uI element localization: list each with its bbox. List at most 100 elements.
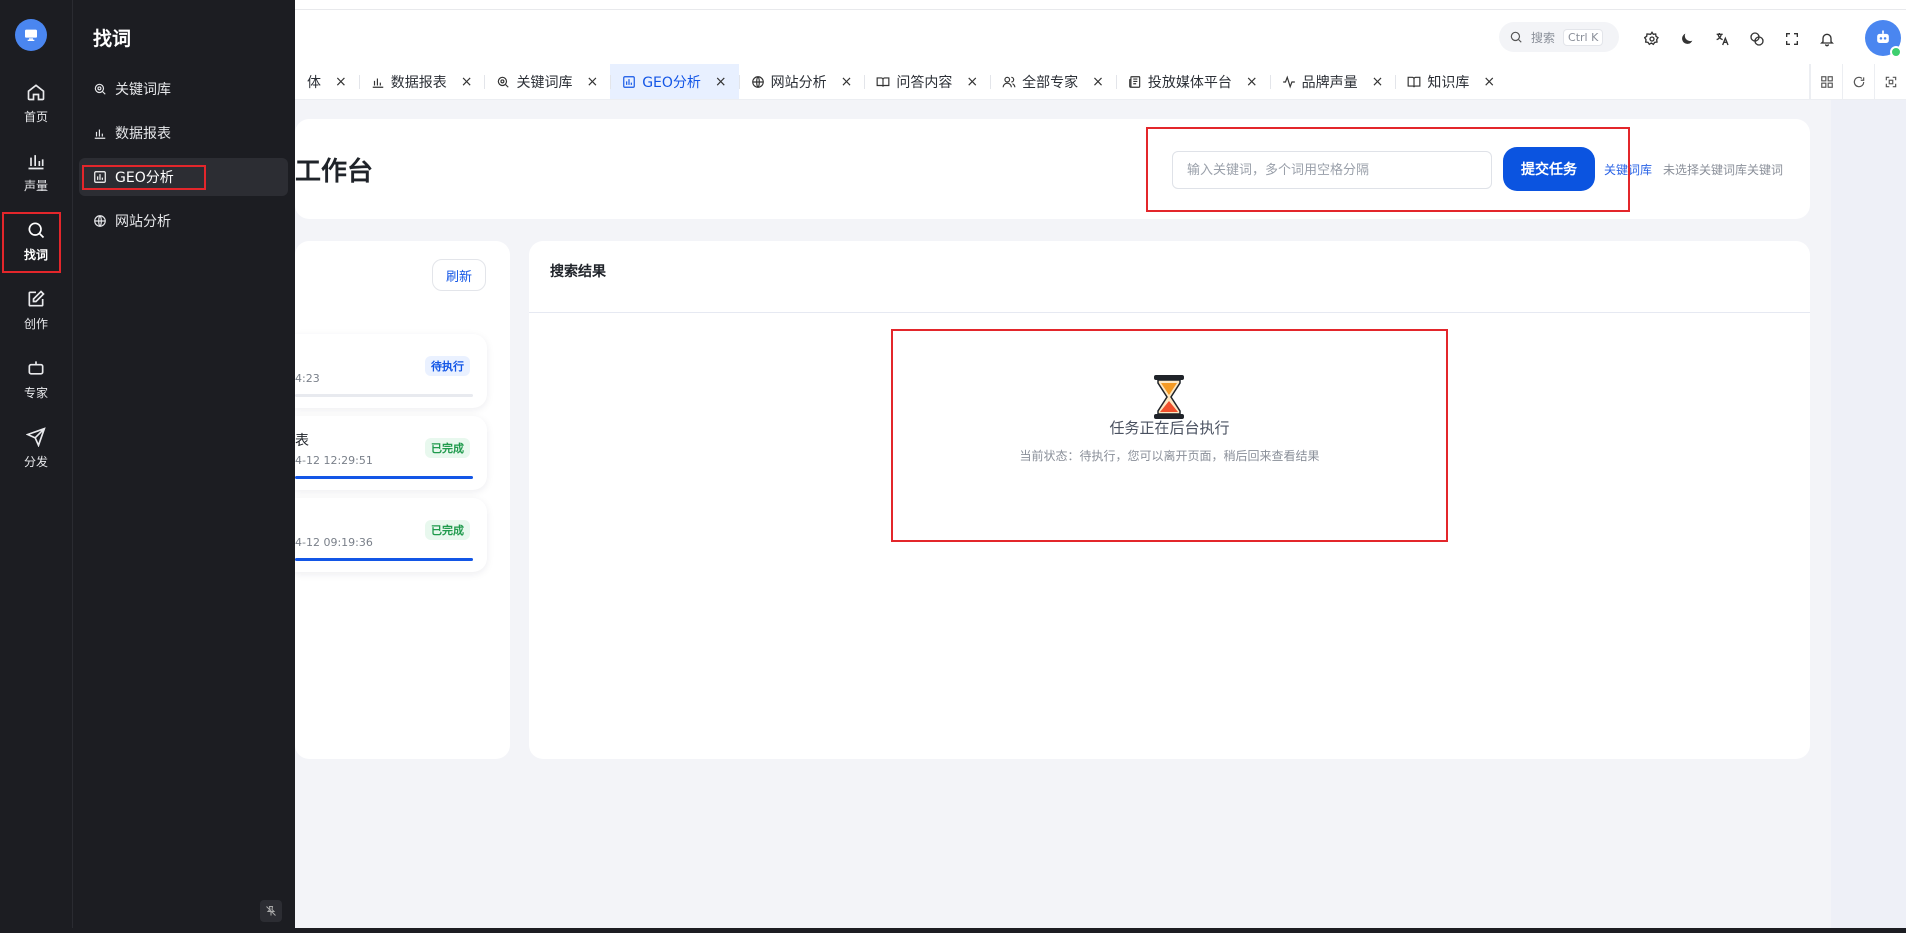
tab-label: 投放媒体平台 [1147, 74, 1232, 91]
results-divider [529, 312, 1810, 313]
tab-knowledge-base[interactable]: 知识库 × [1395, 64, 1507, 99]
tab-label: 网站分析 [770, 74, 827, 91]
tab-qa-content[interactable]: 问答内容 × [864, 64, 990, 99]
task-list-panel: 刷新 4:23 待执行 表 4-12 12:29:51 已完成 4-12 09:… [295, 241, 510, 759]
tab-website-analysis[interactable]: 网站分析 × [738, 64, 865, 99]
status-badge: 已完成 [425, 520, 470, 540]
results-title: 搜索结果 [550, 264, 606, 280]
tab-data-report[interactable]: 数据报表 × [358, 64, 485, 99]
rail-item-label: 首页 [23, 109, 48, 124]
icon-rail: 首页 声量 找词 创作 专家 分发 [0, 0, 72, 933]
fullscreen-icon[interactable] [1781, 28, 1803, 50]
flyout-title: 找词 [93, 28, 132, 50]
keyword-library-hint: 未选择关键词库关键词 [1663, 163, 1784, 177]
task-item[interactable]: 4-12 09:19:36 已完成 [295, 498, 487, 572]
tab-keyword-library[interactable]: 关键词库 × [484, 64, 610, 99]
tab-close-icon[interactable]: × [335, 74, 347, 90]
highlight-box-input [1146, 127, 1630, 212]
task-progress [295, 476, 473, 479]
task-item[interactable]: 表 4-12 12:29:51 已完成 [295, 416, 487, 490]
rail-item-distribute[interactable]: 分发 [0, 418, 72, 478]
tab-close-icon[interactable]: × [1246, 74, 1258, 90]
bar-chart-icon [372, 78, 383, 88]
top-header: 搜索 Ctrl K [72, 10, 1906, 70]
right-side-strip [1831, 100, 1906, 933]
status-badge: 已完成 [425, 438, 470, 458]
tab-label: 知识库 [1427, 74, 1470, 91]
highlight-box-status [891, 329, 1448, 542]
notification-bell-icon[interactable] [1816, 28, 1838, 50]
tab-media[interactable]: 体 × [295, 64, 359, 99]
submenu-item-website-analysis[interactable]: 网站分析 [79, 202, 288, 240]
grid-layout-icon[interactable] [1810, 64, 1842, 100]
rail-item-create[interactable]: 创作 [0, 280, 72, 340]
task-item[interactable]: 4:23 待执行 [295, 334, 487, 408]
tab-brand-voice[interactable]: 品牌声量 × [1269, 64, 1396, 99]
dark-mode-icon[interactable] [1676, 28, 1698, 50]
task-name: 表 [295, 433, 309, 449]
tab-close-icon[interactable]: × [966, 74, 978, 90]
book-open-icon [876, 76, 890, 87]
search-zoom-icon [498, 76, 510, 88]
highlight-box-submenu [82, 165, 206, 190]
tab-label: GEO分析 [642, 74, 701, 91]
window-bottom-strip [0, 928, 1906, 933]
app-logo[interactable] [15, 19, 47, 51]
submenu-item-label: 数据报表 [115, 126, 171, 142]
tab-close-icon[interactable]: × [586, 74, 598, 90]
search-label: 搜索 [1531, 30, 1556, 45]
highlight-box-rail [2, 212, 61, 273]
global-search[interactable]: 搜索 Ctrl K [1499, 22, 1619, 52]
task-time: 4-12 09:19:36 [295, 536, 373, 549]
refresh-button[interactable]: 刷新 [432, 259, 486, 291]
tab-close-icon[interactable]: × [1372, 74, 1384, 90]
search-shortcut: Ctrl K [1563, 28, 1604, 46]
tab-label: 全部专家 [1022, 74, 1079, 91]
tab-close-icon[interactable]: × [715, 74, 727, 90]
send-icon [26, 426, 46, 447]
theme-palette-icon[interactable] [1746, 28, 1768, 50]
submenu-item-label: 网站分析 [115, 214, 171, 230]
submenu-item-keyword-library[interactable]: 关键词库 [79, 70, 288, 108]
tab-geo-analysis[interactable]: GEO分析 × [610, 64, 739, 99]
refresh-tab-icon[interactable] [1842, 64, 1874, 100]
maximize-icon[interactable] [1874, 64, 1906, 100]
globe-icon [751, 75, 764, 88]
tab-media-platform[interactable]: 投放媒体平台 × [1115, 64, 1270, 99]
tab-close-icon[interactable]: × [841, 74, 853, 90]
page-title: 工作台 [295, 157, 374, 187]
edit-icon [28, 289, 45, 306]
rail-item-label: 声量 [23, 178, 48, 193]
monitor-logo-icon [25, 29, 37, 41]
tab-label: 品牌声量 [1301, 74, 1358, 91]
tab-label: 问答内容 [896, 74, 953, 91]
rail-item-voice[interactable]: 声量 [0, 142, 72, 202]
tab-all-experts[interactable]: 全部专家 × [990, 64, 1116, 99]
task-progress [295, 558, 473, 561]
tab-close-icon[interactable]: × [1092, 74, 1104, 90]
tab-label: 关键词库 [516, 74, 573, 91]
rail-item-label: 创作 [23, 316, 48, 331]
unpin-icon[interactable] [260, 900, 282, 922]
submenu-item-label: 关键词库 [115, 82, 171, 98]
users-icon [1002, 76, 1016, 87]
rail-item-label: 专家 [23, 385, 48, 400]
book-icon [1407, 76, 1421, 87]
tab-label: 数据报表 [390, 74, 447, 91]
tab-actions [1809, 64, 1906, 100]
home-icon [27, 83, 45, 100]
translate-icon[interactable] [1711, 28, 1733, 50]
tab-close-icon[interactable]: × [1483, 74, 1495, 90]
submenu-item-data-report[interactable]: 数据报表 [79, 114, 288, 152]
rail-item-experts[interactable]: 专家 [0, 349, 72, 409]
task-progress-fill [295, 558, 473, 561]
settings-icon[interactable] [1641, 28, 1663, 50]
tab-close-icon[interactable]: × [461, 74, 473, 90]
tab-label: 体 [307, 74, 321, 91]
bar-chart-icon [94, 129, 106, 139]
rail-item-label: 分发 [23, 454, 48, 469]
status-badge: 待执行 [425, 356, 470, 376]
rail-item-home[interactable]: 首页 [0, 73, 72, 133]
search-zoom-icon [94, 83, 106, 95]
globe-icon [94, 215, 106, 227]
